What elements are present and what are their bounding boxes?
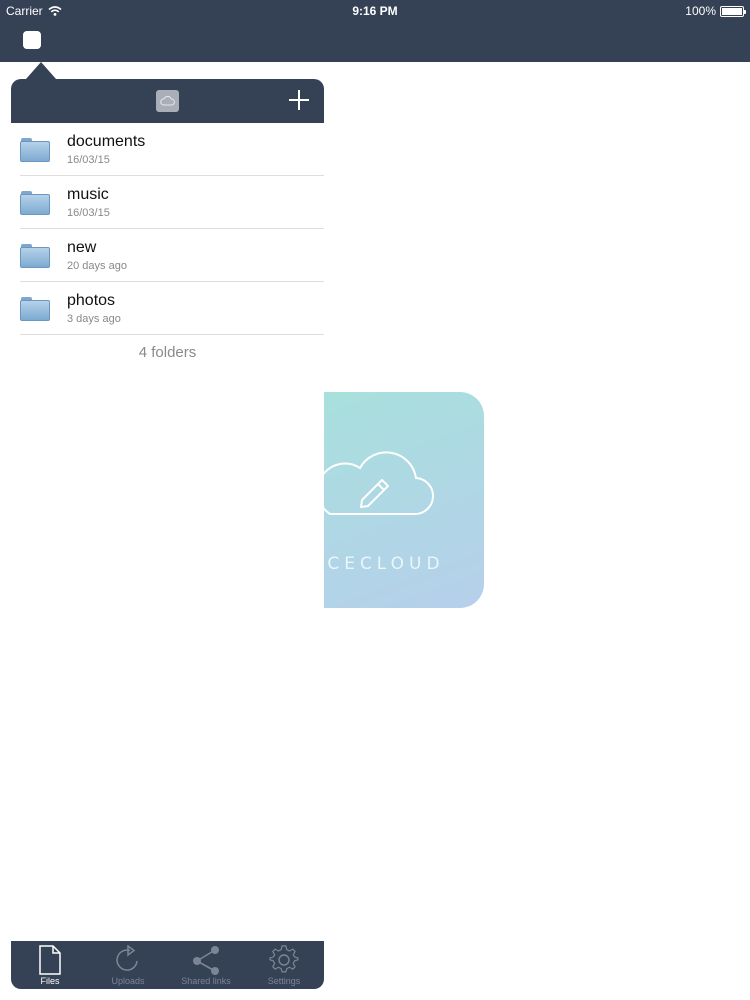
tab-label: Files [40, 976, 60, 986]
battery-indicator: 100% [685, 4, 746, 18]
popover-header [11, 79, 324, 123]
folder-date: 3 days ago [67, 313, 121, 325]
battery-label: 100% [685, 4, 716, 18]
refresh-icon [116, 945, 138, 971]
list-item[interactable]: photos 3 days ago [20, 282, 324, 335]
popover-arrow [26, 62, 56, 79]
tab-files[interactable]: Files [11, 941, 89, 989]
tab-shared-links[interactable]: Shared links [167, 941, 245, 989]
folder-name: documents [67, 133, 146, 150]
tab-label: Shared links [181, 976, 231, 986]
tab-label: Uploads [111, 976, 145, 986]
clock: 9:16 PM [352, 4, 398, 18]
tab-bar: Files Uploads Shared links Settings [11, 941, 324, 989]
folder-count: 4 folders [138, 344, 197, 361]
folder-icon [20, 297, 50, 321]
share-icon [193, 946, 219, 975]
list-item[interactable]: new 20 days ago [20, 229, 324, 282]
folder-name: new [67, 239, 97, 256]
folder-date: 16/03/15 [67, 154, 110, 166]
tab-label: Settings [267, 976, 301, 986]
files-popover: documents 16/03/15 music 16/03/15 new 20… [11, 79, 324, 989]
battery-icon [720, 5, 746, 17]
folder-icon [20, 138, 50, 162]
tab-settings[interactable]: Settings [245, 941, 323, 989]
folder-list: documents 16/03/15 music 16/03/15 new 20… [11, 123, 324, 335]
cloud-button[interactable] [156, 90, 179, 112]
folder-date: 20 days ago [67, 260, 127, 272]
add-button[interactable] [288, 89, 310, 111]
sidebar-toggle-button[interactable] [23, 31, 41, 49]
brand-name: ACECLOUD [324, 554, 445, 574]
list-item[interactable]: music 16/03/15 [20, 176, 324, 229]
folder-name: music [67, 186, 109, 203]
gear-icon [269, 945, 299, 973]
list-item[interactable]: documents 16/03/15 [20, 123, 324, 176]
cloud-icon [160, 96, 175, 106]
folder-icon [20, 244, 50, 268]
folder-date: 16/03/15 [67, 207, 110, 219]
folder-name: photos [67, 292, 116, 309]
folder-icon [20, 191, 50, 215]
top-navigation-bar: Carrier 9:16 PM 100% [0, 0, 750, 62]
status-bar: Carrier 9:16 PM 100% [0, 0, 750, 22]
document-icon [39, 945, 61, 975]
app-logo-card: ACECLOUD [324, 392, 484, 608]
tab-uploads[interactable]: Uploads [89, 941, 167, 989]
cloud-pencil-icon [324, 451, 435, 516]
